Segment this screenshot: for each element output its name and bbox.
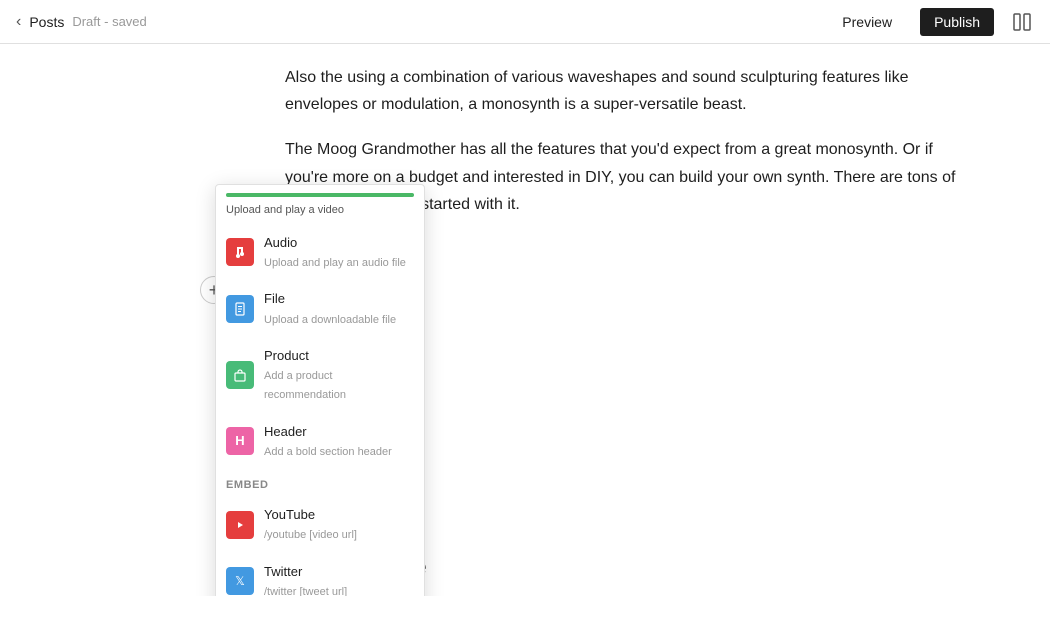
editor-content: + Upload and play a video: [285, 64, 965, 596]
popup-item-header[interactable]: H Header Add a bold section header: [216, 413, 424, 470]
topbar-left: ‹ Posts Draft - saved: [16, 13, 147, 31]
posts-link[interactable]: Posts: [29, 14, 64, 30]
twitter-icon: 𝕏: [226, 567, 254, 595]
header-icon: H: [226, 427, 254, 455]
popup-item-audio[interactable]: Audio Upload and play an audio file: [216, 224, 424, 281]
editor[interactable]: + Upload and play a video: [0, 44, 1050, 596]
paragraph-1: Also the using a combination of various …: [285, 64, 965, 118]
publish-button[interactable]: Publish: [920, 8, 994, 36]
audio-title: Audio: [264, 232, 414, 254]
youtube-icon: [226, 511, 254, 539]
popup-item-twitter[interactable]: 𝕏 Twitter /twitter [tweet url]: [216, 553, 424, 596]
product-text: Product Add a product recommendation: [264, 345, 414, 404]
video-label: Upload and play a video: [226, 201, 414, 224]
preview-button[interactable]: Preview: [830, 8, 904, 36]
draft-status: Draft - saved: [72, 14, 146, 29]
header-title: Header: [264, 421, 414, 443]
topbar-right: Preview Publish: [830, 8, 1034, 36]
popup-item-product[interactable]: Product Add a product recommendation: [216, 337, 424, 412]
product-subtitle: Add a product recommendation: [264, 367, 414, 404]
product-icon: [226, 361, 254, 389]
embed-section-label: EMBED: [216, 470, 424, 497]
twitter-subtitle: /twitter [tweet url]: [264, 583, 414, 596]
file-title: File: [264, 288, 414, 310]
back-arrow-icon[interactable]: ‹: [16, 13, 21, 31]
audio-icon: [226, 238, 254, 266]
audio-subtitle: Upload and play an audio file: [264, 254, 414, 273]
header-subtitle: Add a bold section header: [264, 443, 414, 462]
file-subtitle: Upload a downloadable file: [264, 311, 414, 330]
header-text: Header Add a bold section header: [264, 421, 414, 462]
video-bar: [226, 193, 414, 197]
youtube-subtitle: /youtube [video url]: [264, 526, 414, 545]
audio-text: Audio Upload and play an audio file: [264, 232, 414, 273]
topbar: ‹ Posts Draft - saved Preview Publish: [0, 0, 1050, 44]
video-option[interactable]: Upload and play a video: [216, 185, 424, 224]
file-text: File Upload a downloadable file: [264, 288, 414, 329]
layout-icon[interactable]: [1010, 10, 1034, 34]
main-area: + Upload and play a video: [0, 44, 1050, 596]
popup-item-youtube[interactable]: YouTube /youtube [video url]: [216, 496, 424, 553]
youtube-text: YouTube /youtube [video url]: [264, 504, 414, 545]
product-title: Product: [264, 345, 414, 367]
youtube-title: YouTube: [264, 504, 414, 526]
twitter-title: Twitter: [264, 561, 414, 583]
file-icon: [226, 295, 254, 323]
popup-item-file[interactable]: File Upload a downloadable file: [216, 280, 424, 337]
twitter-text: Twitter /twitter [tweet url]: [264, 561, 414, 596]
block-picker-popup: Upload and play a video Au: [215, 184, 425, 596]
